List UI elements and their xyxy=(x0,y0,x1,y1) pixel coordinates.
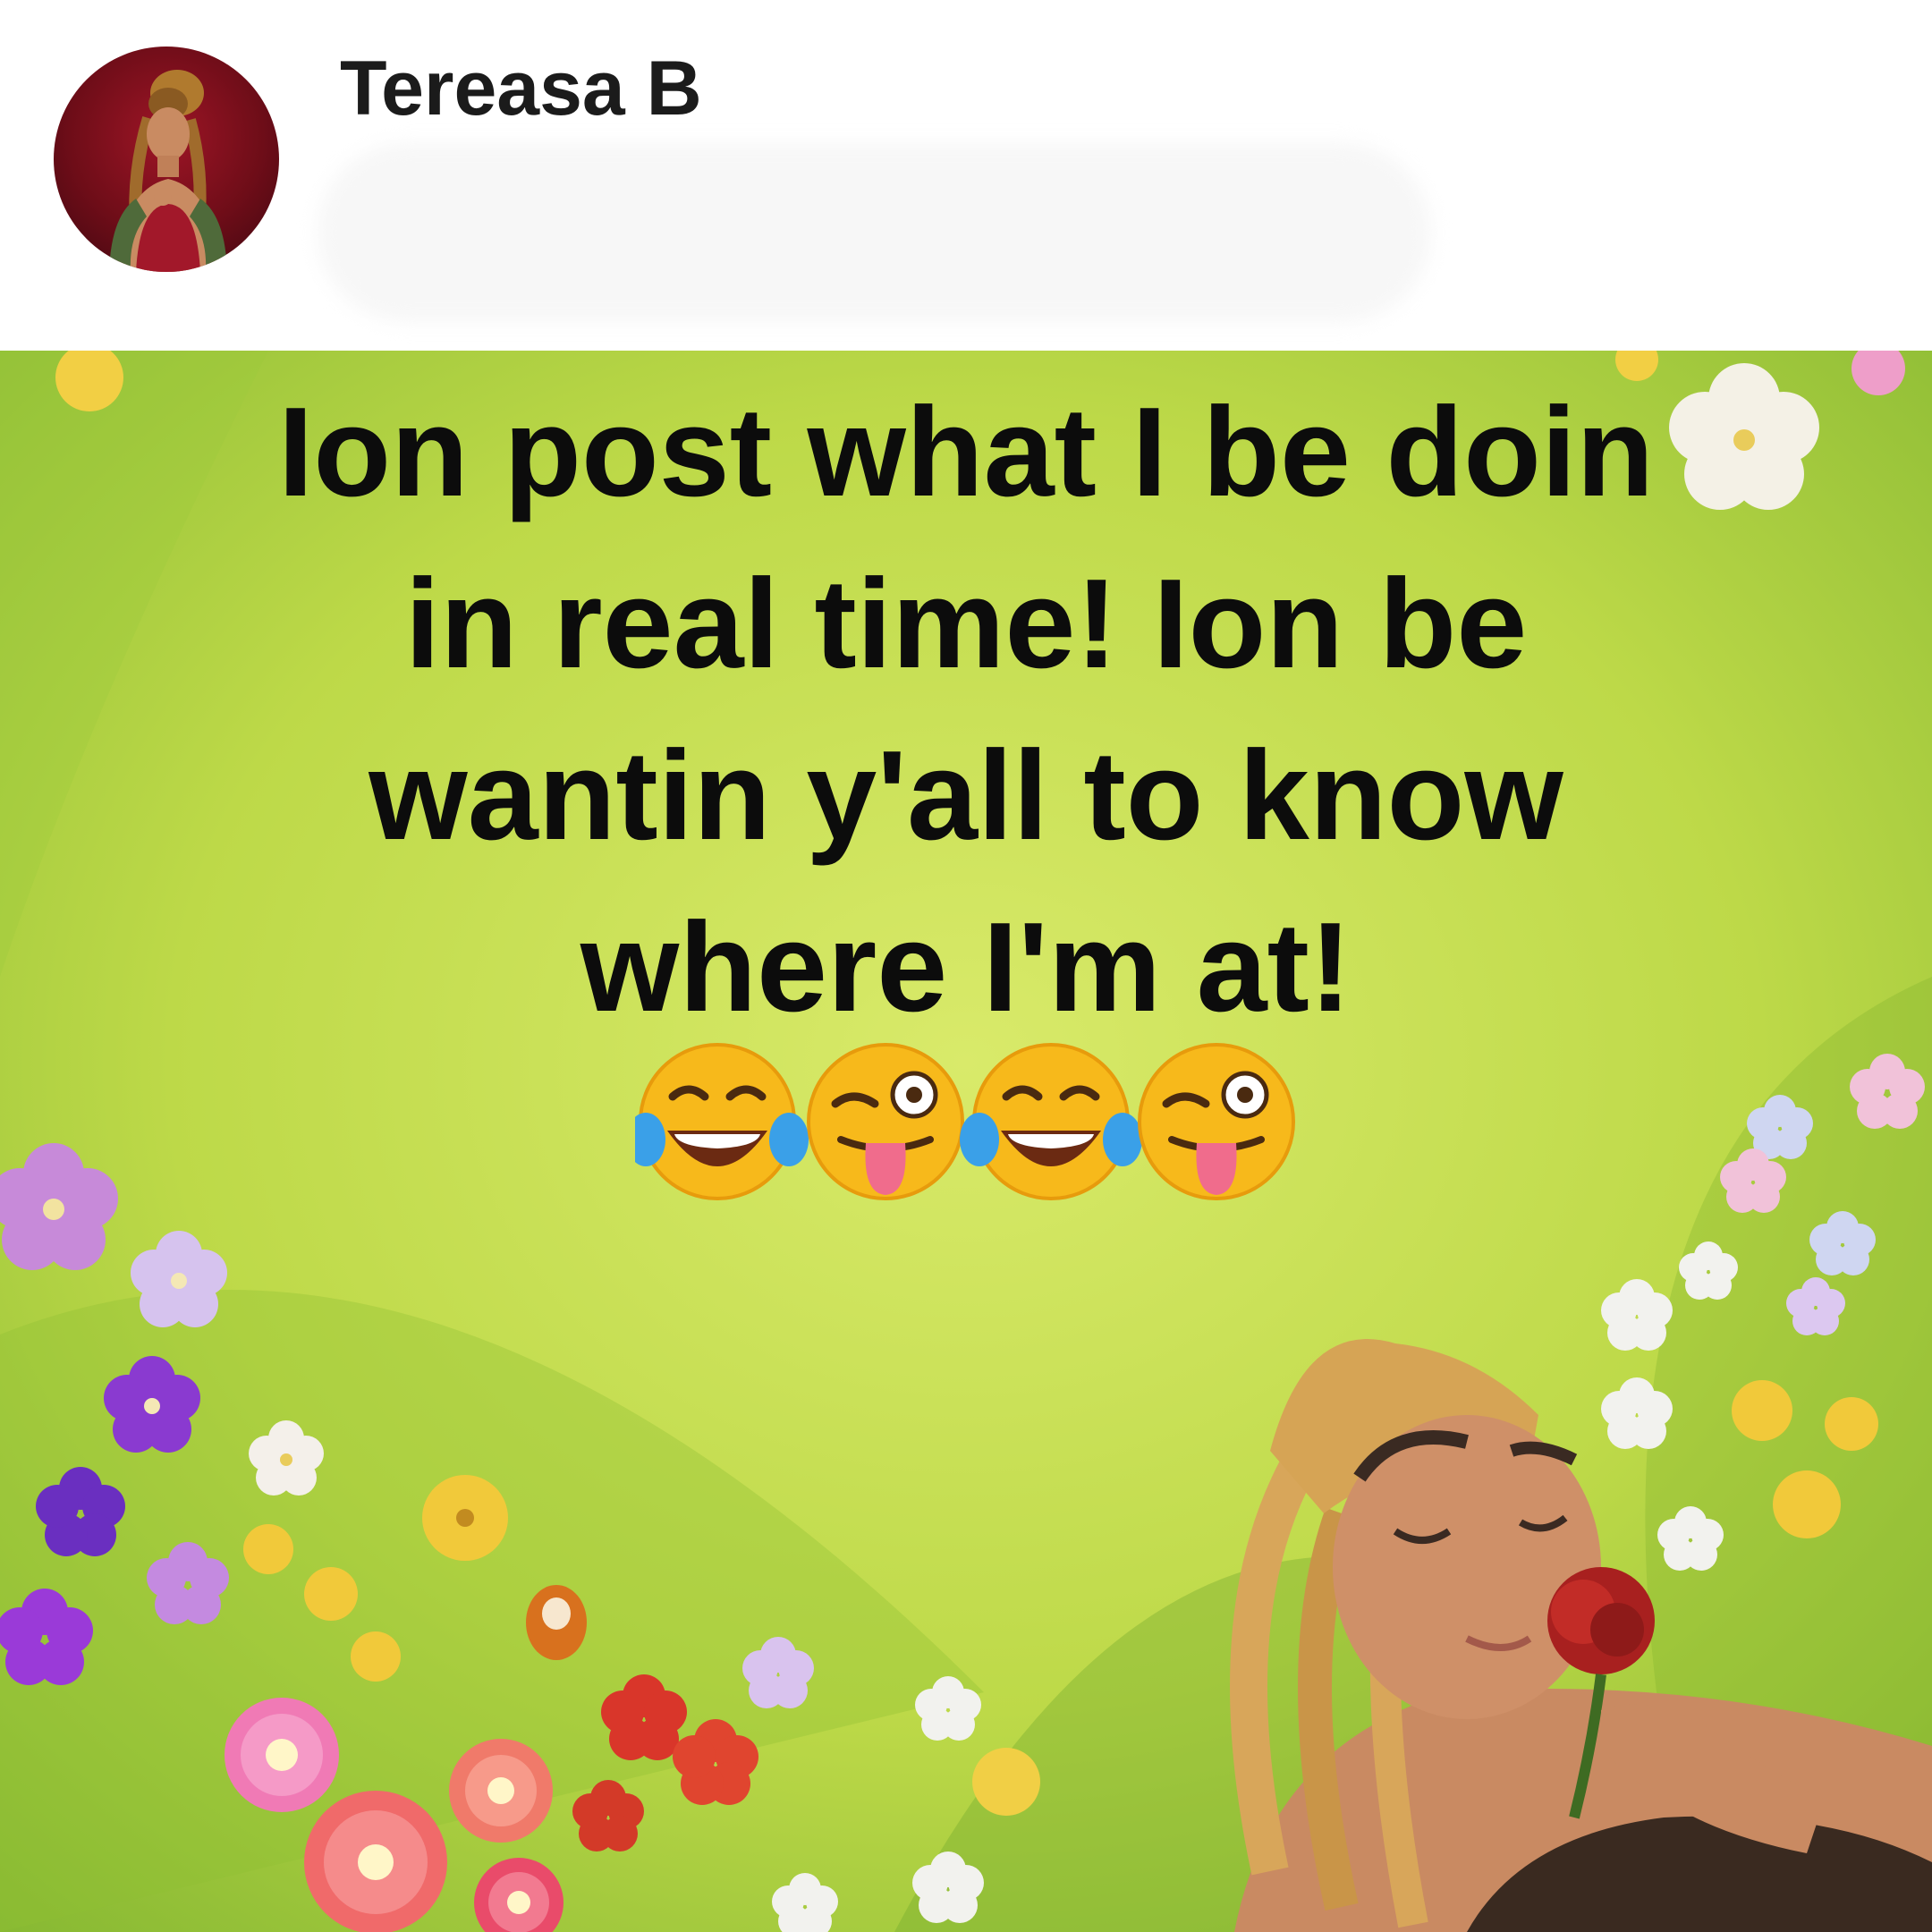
face-with-tears-of-joy-icon xyxy=(635,1043,809,1200)
author-name[interactable]: Tereasa B xyxy=(340,45,702,133)
post-screenshot: Tereasa B Ion post what I be doin in rea… xyxy=(0,0,1932,1932)
emoji-row xyxy=(635,1039,1297,1209)
winking-face-with-tongue-icon xyxy=(1138,1043,1295,1200)
meme-text: Ion post what I be doin in real time! Io… xyxy=(277,381,1655,1038)
post-image[interactable]: Ion post what I be doin in real time! Io… xyxy=(0,351,1932,1932)
author-avatar[interactable] xyxy=(54,47,279,272)
face-with-tears-of-joy-icon xyxy=(960,1043,1142,1200)
winking-face-with-tongue-icon xyxy=(807,1043,964,1200)
blurred-caption xyxy=(318,143,1431,322)
avatar-photo xyxy=(109,70,227,272)
post-header: Tereasa B xyxy=(0,0,1932,351)
